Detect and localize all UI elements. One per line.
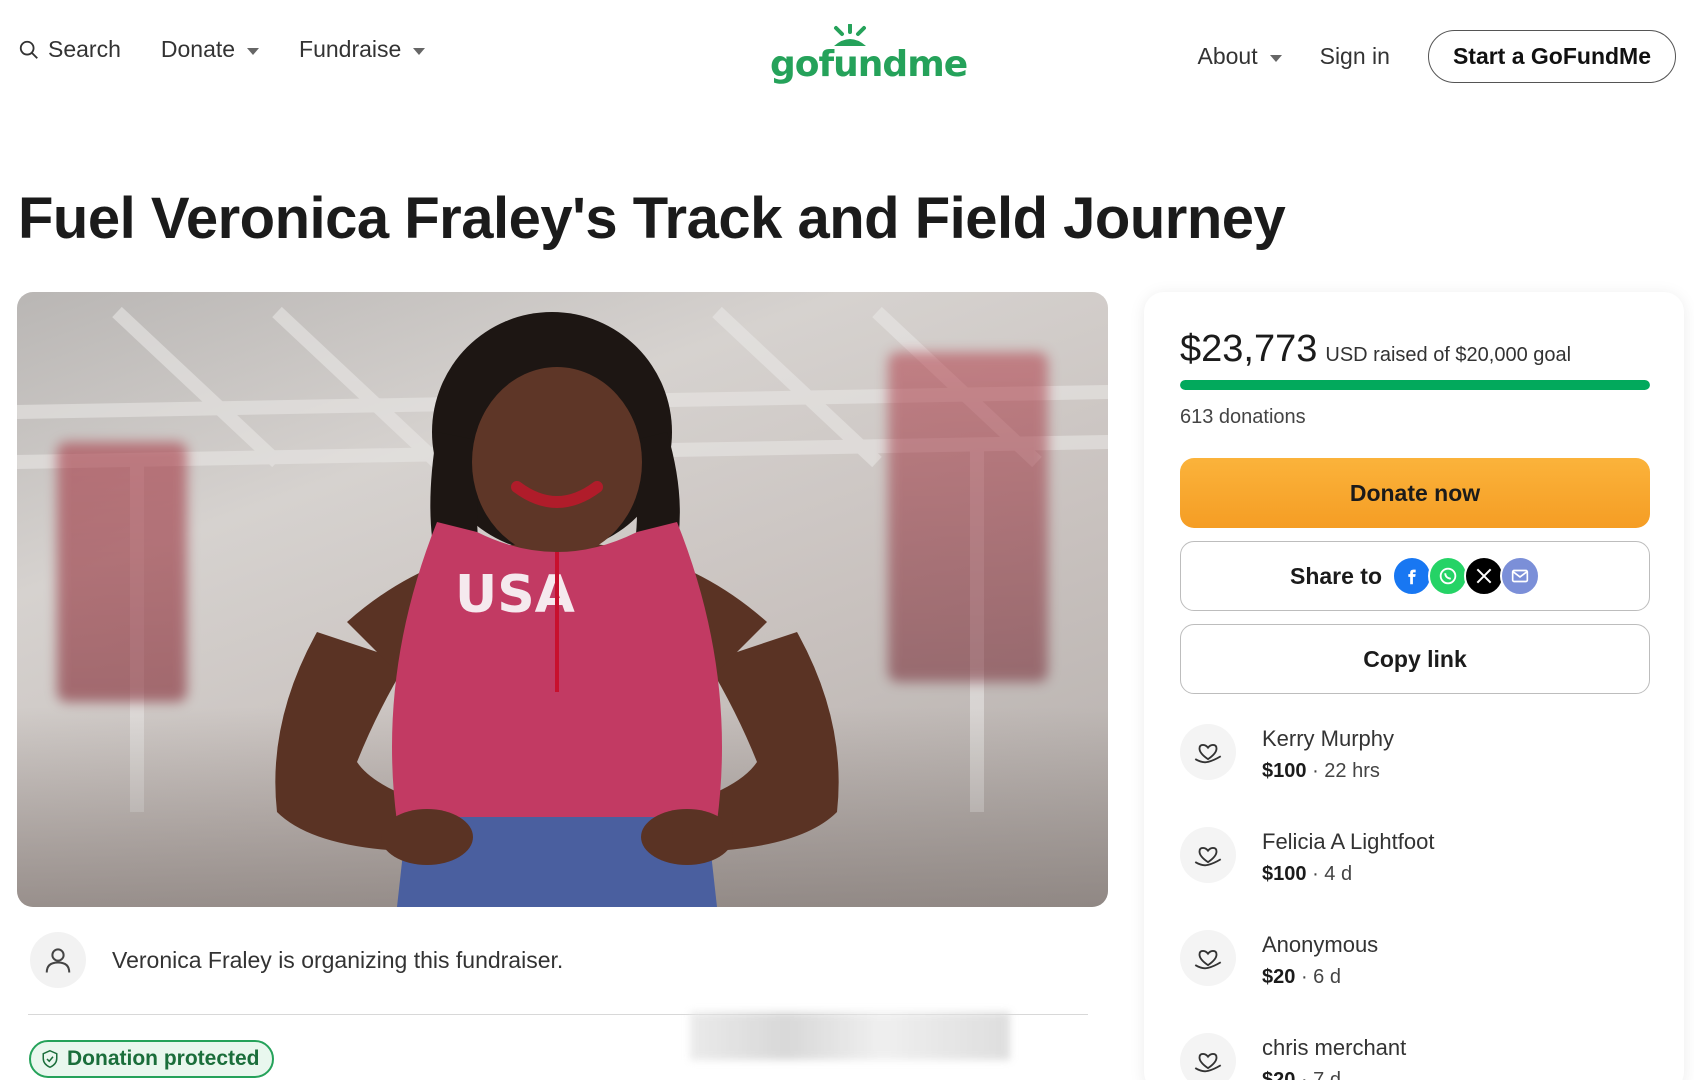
nav-right: About Sign in Start a GoFundMe [1198, 30, 1676, 83]
donate-label: Donate [160, 36, 236, 62]
whatsapp-icon[interactable] [1428, 556, 1469, 596]
chevron-down-icon [247, 47, 260, 55]
progress-bar [1180, 380, 1650, 390]
donor-list-item: Felicia A Lightfoot $100 · 4 d [1180, 827, 1434, 886]
heart-hand-icon [1180, 930, 1236, 986]
donor-time: · 7 d [1300, 1069, 1341, 1080]
donor-name: Kerry Murphy [1262, 726, 1395, 751]
raised-summary: $23,773 USD raised of $20,000 goal [1180, 328, 1571, 371]
raised-description: USD raised of $20,000 goal [1325, 344, 1572, 366]
donor-amount: $100 [1262, 760, 1307, 782]
avatar [30, 932, 86, 988]
search-link[interactable]: Search [18, 36, 121, 63]
signin-link[interactable]: Sign in [1320, 43, 1390, 70]
shield-icon [42, 1049, 58, 1069]
donor-amount: $100 [1262, 863, 1307, 885]
protected-label: Donation protected [67, 1047, 260, 1070]
blurred-region [690, 1012, 1010, 1060]
raised-amount: $23,773 [1180, 328, 1318, 370]
email-icon[interactable] [1500, 556, 1541, 596]
athlete-figure: USA [275, 312, 839, 907]
donor-name: chris merchant [1262, 1035, 1407, 1060]
search-label: Search [48, 36, 121, 62]
donor-time: · 6 d [1300, 966, 1341, 988]
logo-text: gofundme [770, 44, 968, 85]
share-label: Share to [1289, 562, 1383, 589]
signin-label: Sign in [1319, 43, 1390, 69]
donation-count: 613 donations [1180, 406, 1306, 428]
chevron-down-icon [413, 47, 426, 55]
donor-time: · 4 d [1312, 863, 1353, 885]
campaign-photo: USA [17, 292, 1108, 907]
donor-name: Felicia A Lightfoot [1262, 829, 1435, 854]
donor-list-item: Kerry Murphy $100 · 22 hrs [1180, 724, 1394, 783]
search-icon [19, 40, 38, 59]
donor-time: · 22 hrs [1312, 760, 1380, 782]
organizer-row: Veronica Fraley is organizing this fundr… [30, 932, 563, 988]
user-icon [45, 948, 71, 973]
fundraise-menu[interactable]: Fundraise [299, 36, 426, 63]
x-icon[interactable] [1464, 556, 1505, 596]
heart-hand-icon [1180, 724, 1236, 780]
donate-menu[interactable]: Donate [160, 36, 260, 63]
start-gofundme-button[interactable]: Start a GoFundMe [1427, 30, 1676, 83]
donation-protected-badge[interactable]: Donation protected [29, 1040, 274, 1078]
heart-hand-icon [1180, 827, 1236, 883]
donor-name: Anonymous [1262, 932, 1379, 957]
about-label: About [1197, 43, 1258, 69]
page-title: Fuel Veronica Fraley's Track and Field J… [18, 186, 1286, 251]
about-menu[interactable]: About [1198, 43, 1282, 70]
site-header: Search Donate Fundraise gofundme About S… [0, 0, 1694, 110]
facebook-icon[interactable] [1392, 556, 1433, 596]
heart-hand-icon [1180, 1033, 1236, 1080]
share-button[interactable]: Share to [1180, 541, 1650, 611]
chevron-down-icon [1269, 54, 1282, 62]
share-icons [1392, 556, 1541, 596]
donor-amount: $20 [1262, 966, 1296, 988]
progress-fill [1180, 380, 1650, 390]
gofundme-logo[interactable]: gofundme [770, 24, 968, 85]
copy-link-button[interactable]: Copy link [1180, 624, 1650, 694]
donation-card: $23,773 USD raised of $20,000 goal 613 d… [1144, 292, 1684, 1080]
donor-list-item: Anonymous $20 · 6 d [1180, 930, 1378, 989]
donate-now-button[interactable]: Donate now [1180, 458, 1650, 528]
organizer-text: Veronica Fraley is organizing this fundr… [112, 946, 564, 973]
fundraise-label: Fundraise [299, 36, 402, 62]
nav-left: Search Donate Fundraise [18, 36, 426, 63]
donor-list-item: chris merchant $20 · 7 d [1180, 1033, 1406, 1080]
donor-amount: $20 [1262, 1069, 1296, 1080]
